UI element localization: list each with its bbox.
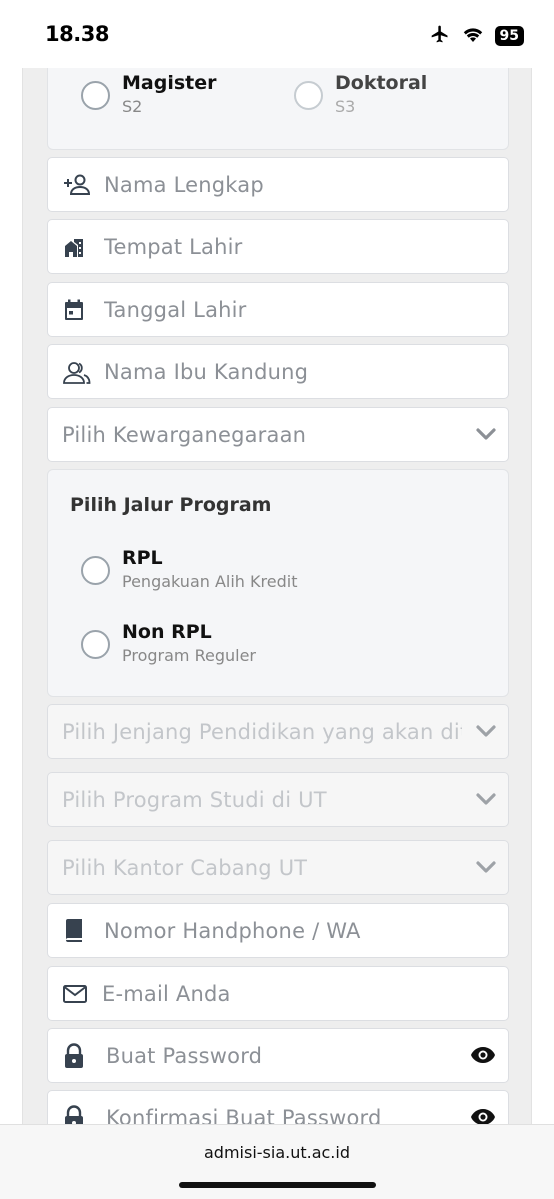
chevron-down-icon	[474, 787, 498, 815]
radio-circle[interactable]	[81, 556, 110, 585]
education-level-placeholder: Pilih Jenjang Pendidikan yang akan dit	[62, 719, 462, 744]
airplane-icon	[429, 24, 451, 48]
radio-circle[interactable]	[294, 81, 323, 110]
email-input[interactable]: E-mail Anda	[47, 966, 509, 1021]
calendar-icon	[62, 296, 94, 324]
person-add-icon	[62, 171, 94, 199]
mother-name-placeholder: Nama Ibu Kandung	[104, 359, 309, 384]
password-placeholder: Buat Password	[106, 1043, 263, 1068]
citizenship-placeholder: Pilih Kewarganegaraan	[62, 422, 307, 447]
mother-name-input[interactable]: Nama Ibu Kandung	[47, 344, 509, 399]
city-icon	[62, 233, 92, 261]
branch-office-placeholder: Pilih Kantor Cabang UT	[62, 855, 308, 880]
radio-title: Doktoral	[335, 72, 428, 94]
browser-address-bar[interactable]: admisi-sia.ut.ac.id	[0, 1124, 554, 1199]
birth-place-placeholder: Tempat Lahir	[104, 234, 243, 259]
wifi-icon	[461, 25, 485, 47]
password-input[interactable]: Buat Password	[47, 1028, 509, 1083]
radio-non-rpl[interactable]: Non RPL Program Reguler	[81, 620, 256, 668]
radio-title: RPL	[122, 547, 163, 569]
people-icon	[62, 358, 94, 386]
phone-placeholder: Nomor Handphone / WA	[104, 918, 361, 943]
full-name-placeholder: Nama Lengkap	[104, 172, 264, 197]
chevron-down-icon	[474, 719, 498, 747]
radio-circle[interactable]	[81, 81, 110, 110]
status-time: 18.38	[45, 22, 109, 46]
registration-form: Magister S2 Doktoral S3 Nama Lengkap Tem…	[22, 58, 532, 1145]
book-icon	[62, 917, 94, 945]
study-program-placeholder: Pilih Program Studi di UT	[62, 787, 327, 812]
radio-magister[interactable]: Magister S2	[81, 71, 217, 119]
url-text[interactable]: admisi-sia.ut.ac.id	[0, 1143, 554, 1162]
radio-title: Magister	[122, 72, 217, 94]
battery-indicator: 95	[494, 26, 524, 46]
program-path-panel: Pilih Jalur Program RPL Pengakuan Alih K…	[47, 469, 509, 697]
citizenship-select[interactable]: Pilih Kewarganegaraan	[47, 407, 509, 462]
study-program-select[interactable]: Pilih Program Studi di UT	[47, 772, 509, 827]
degree-panel: Magister S2 Doktoral S3	[47, 58, 509, 150]
birth-place-input[interactable]: Tempat Lahir	[47, 219, 509, 274]
phone-input[interactable]: Nomor Handphone / WA	[47, 903, 509, 958]
education-level-select[interactable]: Pilih Jenjang Pendidikan yang akan dit	[47, 704, 509, 759]
radio-subtitle: Pengakuan Alih Kredit	[122, 572, 298, 591]
birth-date-placeholder: Tanggal Lahir	[104, 297, 247, 322]
radio-subtitle: S3	[335, 97, 356, 116]
radio-rpl[interactable]: RPL Pengakuan Alih Kredit	[81, 546, 297, 594]
branch-office-select[interactable]: Pilih Kantor Cabang UT	[47, 840, 509, 895]
birth-date-input[interactable]: Tanggal Lahir	[47, 282, 509, 337]
lock-icon	[62, 1042, 94, 1070]
eye-icon[interactable]	[470, 1045, 496, 1069]
home-indicator	[179, 1182, 376, 1188]
radio-subtitle: S2	[122, 97, 143, 116]
radio-title: Non RPL	[122, 621, 212, 643]
full-name-input[interactable]: Nama Lengkap	[47, 157, 509, 212]
status-icons: 95	[429, 24, 524, 48]
email-placeholder: E-mail Anda	[102, 981, 231, 1006]
radio-subtitle: Program Reguler	[122, 646, 256, 665]
chevron-down-icon	[474, 422, 498, 450]
radio-doktoral[interactable]: Doktoral S3	[294, 71, 427, 119]
mail-icon	[62, 980, 94, 1008]
status-bar: 18.38 95	[0, 0, 554, 68]
radio-circle[interactable]	[81, 630, 110, 659]
program-path-title: Pilih Jalur Program	[70, 494, 272, 516]
chevron-down-icon	[474, 855, 498, 883]
